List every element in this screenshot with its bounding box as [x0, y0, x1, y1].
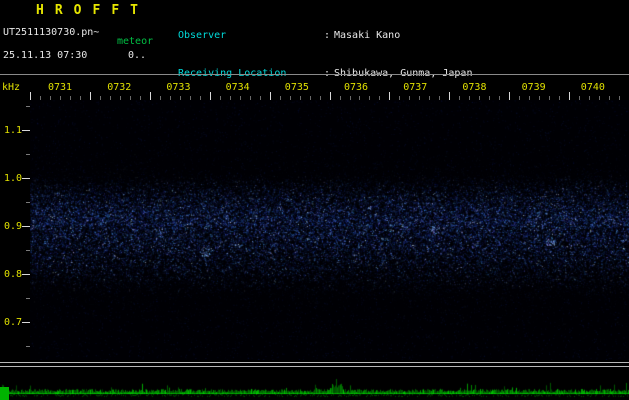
level-strip-top-line [0, 362, 629, 363]
freq-tick-marks [22, 100, 30, 360]
app-title: HROFFT [36, 3, 149, 18]
info-separator: : [324, 30, 331, 41]
info-value: Masaki Kano [334, 30, 401, 41]
counter-label: 0.. [128, 50, 147, 61]
time-major-tick [149, 92, 151, 100]
time-tick-marks [30, 90, 629, 100]
header-divider-line [0, 74, 629, 75]
hrofft-output-image: HROFFT UT2511130730.pn~ meteor 25.11.13 … [0, 0, 629, 400]
time-major-tick [389, 92, 391, 100]
freq-major-tick [22, 130, 30, 131]
title-letter: O [73, 3, 82, 18]
freq-major-tick [22, 322, 30, 323]
title-letter: F [92, 3, 101, 18]
freq-major-tick [22, 178, 30, 179]
time-major-tick [509, 92, 511, 100]
title-letter: R [54, 3, 63, 18]
time-major-tick [329, 92, 331, 100]
time-major-tick [569, 92, 571, 100]
level-trace-canvas [0, 369, 629, 400]
time-major-tick [269, 92, 271, 100]
mode-label: meteor [117, 36, 154, 47]
title-letter: H [36, 3, 44, 18]
level-marker-block [0, 387, 9, 400]
filename-label: UT2511130730.pn~ [3, 27, 100, 38]
freq-major-tick [22, 226, 30, 227]
level-strip-scale-line [0, 366, 629, 367]
time-major-tick [30, 92, 31, 100]
info-row-observer: Observer: Masaki Kano [178, 29, 539, 43]
info-label: Observer [178, 30, 227, 41]
title-letter: T [130, 3, 138, 18]
datetime-label: 25.11.13 07:30 [3, 50, 88, 61]
time-major-tick [89, 92, 91, 100]
title-letter: F [111, 3, 120, 18]
time-major-tick [449, 92, 451, 100]
time-major-tick [209, 92, 211, 100]
freq-major-tick [22, 274, 30, 275]
freq-unit-label: kHz [2, 82, 21, 93]
spectrogram-canvas [30, 100, 629, 360]
